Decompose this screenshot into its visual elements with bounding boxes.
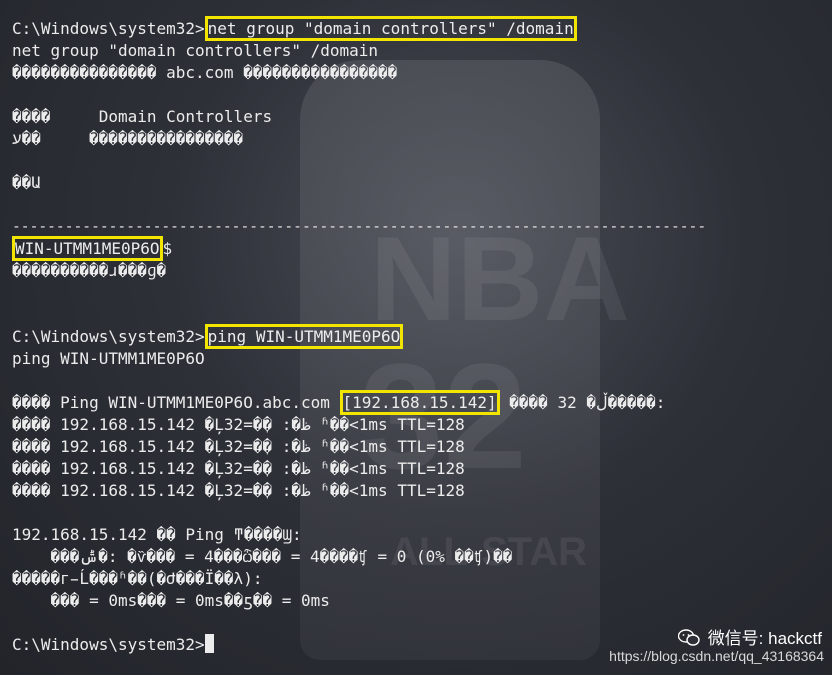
terminal-line: ping WIN-UTMM1ME0P6O bbox=[12, 349, 205, 368]
terminal-prompt[interactable]: C:\Windows\system32> bbox=[12, 634, 214, 656]
terminal-line: �����г̵Ĺ���ʱ��(�Ժ���Ϊ��λ): bbox=[12, 569, 263, 588]
terminal-line: ����������ɹ���ɡ� bbox=[12, 261, 167, 280]
source-url: https://blog.csdn.net/qq_43168364 bbox=[609, 648, 824, 664]
terminal-line: net group "domain controllers" /domain bbox=[12, 41, 379, 60]
terminal-line: ���� 192.168.15.142 �Ļظ�: �ֽ�=32 ʱ��<1ms… bbox=[12, 415, 465, 434]
terminal-separator: ----------------------------------------… bbox=[12, 218, 707, 235]
wechat-watermark: 微信号: hackctf bbox=[677, 624, 822, 649]
highlight-ip-address: [192.168.15.142] bbox=[339, 390, 500, 415]
terminal-line: C:\Windows\system32> ping WIN-UTMM1ME0P6O bbox=[12, 324, 404, 349]
terminal-line: ���� Domain Controllers bbox=[12, 107, 273, 126]
terminal-line: ���ݰ�: �ѷ��� = 4���ѽ��� = 4����ʧ = 0 (0%… bbox=[12, 547, 513, 566]
terminal-line: C:\Windows\system32> net group "domain co… bbox=[12, 16, 577, 41]
highlight-dc-name: WIN-UTMM1ME0P6O bbox=[12, 236, 163, 261]
highlight-command-net-group: net group "domain controllers" /domain bbox=[204, 16, 577, 41]
prompt-text: C:\Windows\system32> bbox=[12, 635, 205, 654]
terminal-line: WIN-UTMM1ME0P6O $ bbox=[12, 236, 172, 261]
highlight-command-ping: ping WIN-UTMM1ME0P6O bbox=[204, 324, 404, 349]
terminal-line: ��Ա bbox=[12, 173, 41, 192]
terminal-line: ���� Ping WIN-UTMM1ME0P6O.abc.com [192.1… bbox=[12, 390, 665, 415]
terminal-line: ע�� ���������������� bbox=[12, 129, 244, 148]
text-cursor bbox=[204, 634, 214, 653]
terminal-line: ���� 192.168.15.142 �Ļظ�: �ֽ�=32 ʱ��<1ms… bbox=[12, 459, 465, 478]
terminal-line: ��� = 0ms��� = 0ms��ƽ�� = 0ms bbox=[12, 591, 330, 610]
terminal-line: ���� 192.168.15.142 �Ļظ�: �ֽ�=32 ʱ��<1ms… bbox=[12, 437, 465, 456]
terminal-line: 192.168.15.142 �� Ping ͳ����Ϣ: bbox=[12, 525, 302, 544]
terminal-line: ���� 192.168.15.142 �Ļظ�: �ֽ�=32 ʱ��<1ms… bbox=[12, 481, 465, 500]
wechat-label: 微信号: hackctf bbox=[707, 629, 822, 648]
terminal-window[interactable]: C:\Windows\system32> net group "domain co… bbox=[0, 0, 832, 675]
terminal-line: ��������������� abc.com ���������������� bbox=[12, 63, 398, 82]
wechat-icon bbox=[677, 629, 700, 646]
